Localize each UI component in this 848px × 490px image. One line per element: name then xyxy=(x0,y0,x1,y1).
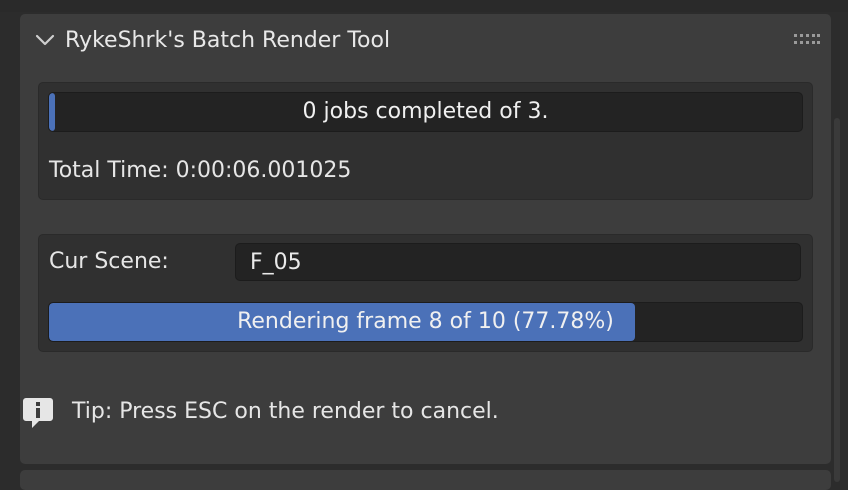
chevron-down-icon[interactable] xyxy=(34,31,56,49)
grip-dots-icon[interactable] xyxy=(794,32,820,46)
cur-scene-field[interactable]: F_05 xyxy=(235,243,801,281)
scene-box: Cur Scene: F_05 Rendering frame 8 of 10 … xyxy=(38,234,813,352)
info-speech-bubble-icon xyxy=(23,398,53,428)
top-strip xyxy=(0,0,848,12)
render-progress-label: Rendering frame 8 of 10 (77.78%) xyxy=(237,309,614,334)
next-panel-edge xyxy=(20,470,831,490)
scrollbar[interactable] xyxy=(834,118,840,482)
panel-title: RykeShrk's Batch Render Tool xyxy=(65,28,391,53)
cur-scene-label: Cur Scene: xyxy=(49,249,169,274)
total-time-label: Total Time: 0:00:06.001025 xyxy=(49,158,352,183)
jobs-box: 0 jobs completed of 3. Total Time: 0:00:… xyxy=(38,82,813,200)
jobs-progress-label: 0 jobs completed of 3. xyxy=(302,99,549,124)
jobs-progress-bar: 0 jobs completed of 3. xyxy=(48,92,803,132)
render-progress-bar: Rendering frame 8 of 10 (77.78%) xyxy=(48,302,803,342)
panel-header[interactable]: RykeShrk's Batch Render Tool xyxy=(20,14,831,66)
tip-text: Tip: Press ESC on the render to cancel. xyxy=(72,399,499,424)
